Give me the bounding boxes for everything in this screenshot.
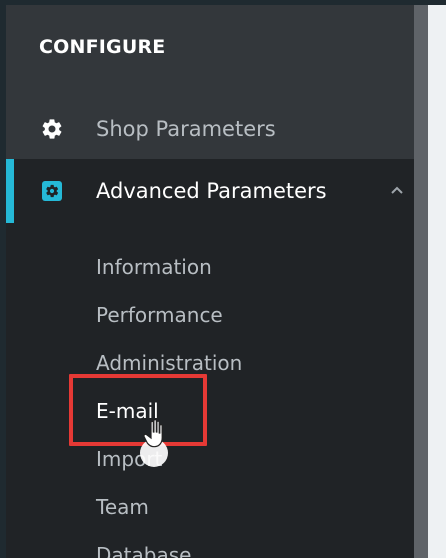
sidebar-item-label: Advanced Parameters <box>96 179 327 203</box>
settings-box-icon <box>40 179 64 203</box>
sidebar-item-label: Shop Parameters <box>96 117 276 141</box>
section-title-configure: CONFIGURE <box>39 36 166 58</box>
submenu-advanced-parameters: Information Performance Administration E… <box>6 223 414 558</box>
chevron-up-icon[interactable] <box>389 183 405 199</box>
app-frame: CONFIGURE Shop Parameters Advanced Param… <box>0 0 446 558</box>
submenu-item-team[interactable]: Team <box>96 490 149 524</box>
active-indicator <box>6 159 14 223</box>
main-content-edge <box>428 5 446 558</box>
submenu-item-administration[interactable]: Administration <box>96 346 242 380</box>
hand-cursor-icon <box>143 419 163 448</box>
sidebar-navigation: CONFIGURE Shop Parameters Advanced Param… <box>6 5 414 558</box>
submenu-item-performance[interactable]: Performance <box>96 298 223 332</box>
vertical-scrollbar[interactable] <box>414 5 428 558</box>
submenu-item-information[interactable]: Information <box>96 250 212 284</box>
submenu-item-database[interactable]: Database <box>96 538 191 558</box>
gear-icon <box>40 117 64 141</box>
sidebar-item-shop-parameters[interactable]: Shop Parameters <box>6 97 414 161</box>
sidebar-item-advanced-parameters[interactable]: Advanced Parameters <box>6 159 414 223</box>
